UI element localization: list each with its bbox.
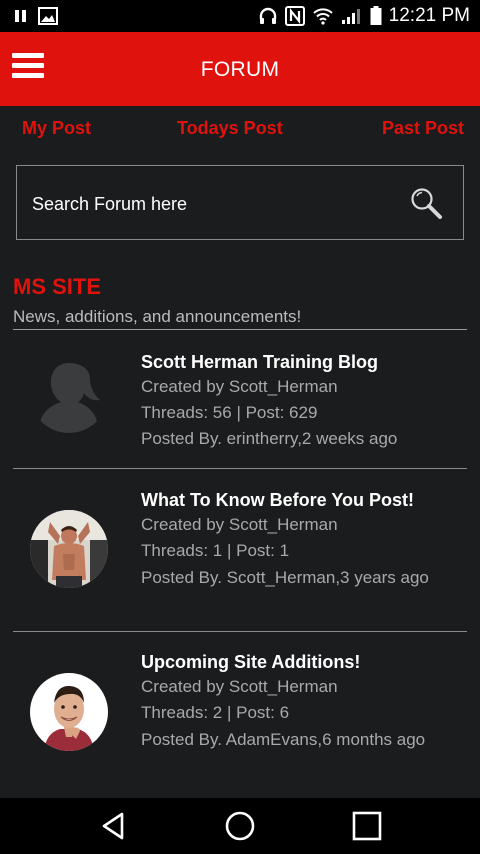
page-title: FORUM bbox=[200, 58, 280, 81]
forum-title[interactable]: What To Know Before You Post! bbox=[141, 488, 461, 512]
fitness-man-photo-avatar bbox=[30, 510, 108, 588]
pause-icon bbox=[15, 10, 26, 22]
system-nav-bar bbox=[0, 798, 480, 854]
forum-item-text: Scott Herman Training Blog Created by Sc… bbox=[141, 350, 461, 452]
forum-posted-by: Posted By. AdamEvans,6 months ago bbox=[141, 730, 426, 749]
back-icon[interactable] bbox=[98, 810, 130, 842]
forum-stats: Threads: 56 | Post: 629 bbox=[141, 403, 318, 422]
section-description: News, additions, and announcements! bbox=[13, 307, 302, 326]
status-time: 12:21 PM bbox=[388, 5, 470, 26]
status-bar: 12:21 PM bbox=[0, 0, 480, 32]
forum-stats: Threads: 1 | Post: 1 bbox=[141, 541, 290, 560]
tab-past-post[interactable]: Past Post bbox=[382, 118, 464, 139]
forum-title[interactable]: Scott Herman Training Blog bbox=[141, 350, 461, 374]
forum-item-text: What To Know Before You Post! Created by… bbox=[141, 488, 461, 589]
search-box bbox=[16, 165, 464, 240]
section-title: MS SITE bbox=[13, 274, 102, 299]
placeholder-silhouette-avatar bbox=[30, 355, 108, 433]
forum-item-text: Upcoming Site Additions! Created by Scot… bbox=[141, 650, 461, 751]
signal-icon bbox=[341, 9, 360, 24]
app-bar: FORUM bbox=[0, 32, 480, 106]
forum-posted-by: Posted By. erintherry,2 weeks ago bbox=[141, 429, 398, 448]
home-icon[interactable] bbox=[224, 810, 256, 842]
nfc-icon bbox=[284, 6, 305, 26]
recents-icon[interactable] bbox=[351, 810, 383, 842]
tab-bar: My Post Todays Post Past Post bbox=[0, 118, 480, 142]
forum-stats: Threads: 2 | Post: 6 bbox=[141, 703, 290, 722]
search-input[interactable] bbox=[32, 192, 392, 216]
search-icon[interactable] bbox=[409, 186, 443, 220]
forum-item[interactable]: Upcoming Site Additions! Created by Scot… bbox=[13, 632, 467, 792]
image-icon bbox=[38, 7, 58, 25]
forum-posted-by: Posted By. Scott_Herman,3 years ago bbox=[141, 568, 429, 587]
forum-title[interactable]: Upcoming Site Additions! bbox=[141, 650, 461, 674]
battery-icon bbox=[370, 6, 382, 25]
forum-item[interactable]: Scott Herman Training Blog Created by Sc… bbox=[13, 330, 467, 469]
forum-created-by: Created by Scott_Herman bbox=[141, 515, 338, 534]
tab-todays-post[interactable]: Todays Post bbox=[177, 118, 283, 139]
forum-created-by: Created by Scott_Herman bbox=[141, 677, 338, 696]
smiling-man-photo-avatar bbox=[30, 673, 108, 751]
forum-item[interactable]: What To Know Before You Post! Created by… bbox=[13, 469, 467, 632]
tab-my-post[interactable]: My Post bbox=[22, 118, 91, 139]
forum-created-by: Created by Scott_Herman bbox=[141, 377, 338, 396]
headset-icon bbox=[259, 7, 276, 24]
wifi-icon bbox=[312, 8, 333, 25]
